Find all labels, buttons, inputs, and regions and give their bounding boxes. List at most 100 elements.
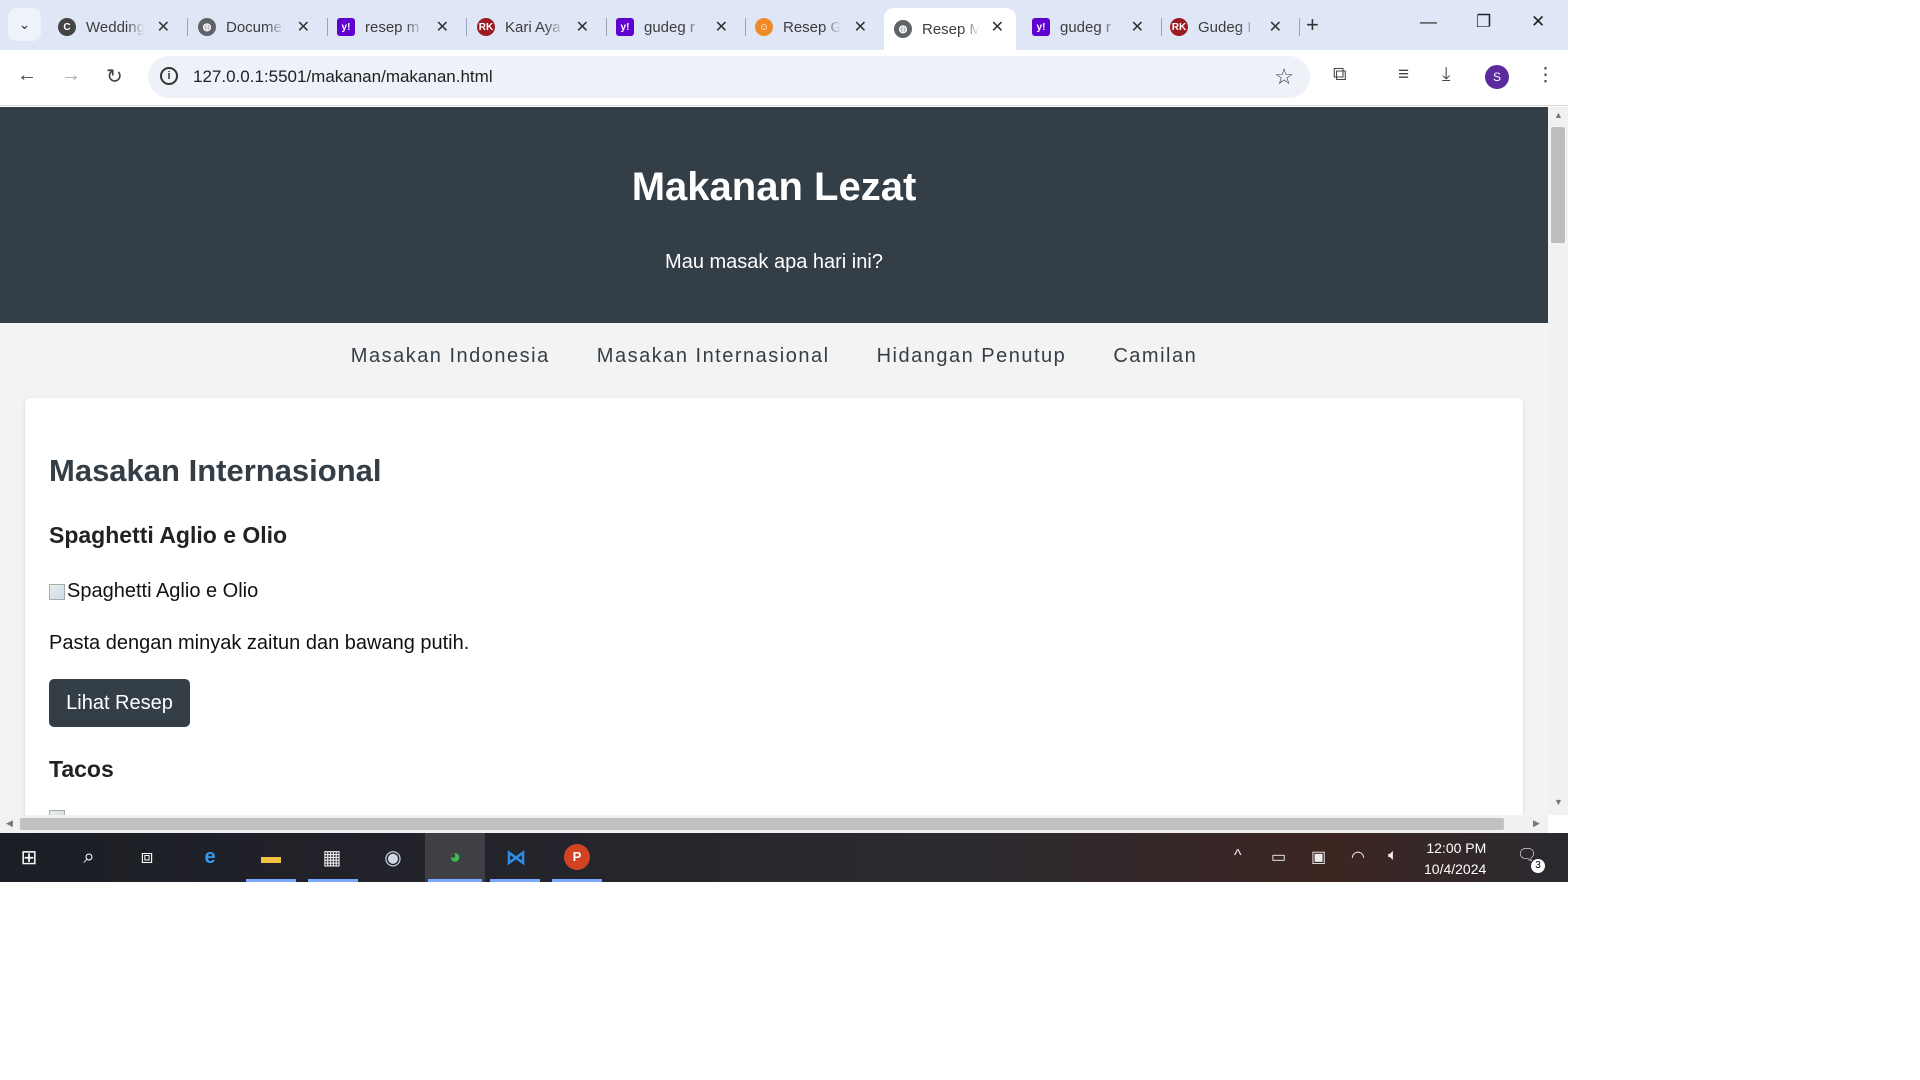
image-alt-text: Spaghetti Aglio e Olio (67, 580, 259, 602)
close-icon[interactable]: ✕ (854, 17, 867, 37)
task-view-icon[interactable]: ⧈ (133, 843, 161, 871)
nav-hidangan-penutup[interactable]: Hidangan Penutup (877, 345, 1067, 367)
forward-icon[interactable]: → (61, 64, 81, 87)
clock-date: 10/4/2024 (1424, 861, 1487, 877)
close-icon[interactable]: ✕ (576, 17, 589, 37)
vscode-icon[interactable]: ⋈ (502, 843, 530, 871)
tab-title: Kari Aya (505, 18, 561, 36)
download-icon[interactable]: ⤓ (1442, 64, 1450, 86)
scroll-right-icon[interactable]: ▶ (1533, 818, 1540, 829)
cms-icon: C (58, 18, 76, 36)
globe-icon: ◍ (198, 18, 216, 36)
yahoo-icon: y! (616, 18, 634, 36)
nav-masakan-internasional[interactable]: Masakan Internasional (597, 345, 830, 367)
close-icon[interactable]: ✕ (991, 17, 1004, 37)
close-icon[interactable]: ✕ (1269, 17, 1282, 37)
dish-image-broken: Spaghetti Aglio e Olio (49, 580, 258, 603)
clock-time: 12:00 PM (1426, 840, 1487, 856)
view-recipe-button[interactable]: Lihat Resep (49, 679, 190, 727)
restore-icon[interactable]: ❐ (1476, 12, 1491, 32)
rk-icon: RK (1170, 18, 1188, 36)
windows-taskbar: ⊞ ⌕ ⧈ e ▬ ▦ ◉ ◕ ⋈ P ^ ▭ ▣ ◠ 🔈︎ 12:00 PM … (0, 833, 1568, 882)
scroll-thumb[interactable] (20, 818, 1504, 830)
chrome-icon[interactable]: ◕ (441, 843, 469, 871)
tab-kari-ayam[interactable]: RK Kari Aya ✕ (467, 8, 607, 46)
address-bar[interactable]: i 127.0.0.1:5501/makanan/makanan.html ☆ (148, 56, 1310, 98)
screen-record-icon[interactable]: ▣ (1311, 847, 1326, 867)
globe-icon: ◍ (894, 20, 912, 38)
tab-title: Gudeg I (1198, 18, 1252, 36)
tab-title: Wedding (86, 18, 144, 36)
close-icon[interactable]: ✕ (297, 17, 310, 37)
yahoo-icon: y! (1032, 18, 1050, 36)
site-title: Makanan Lezat (631, 165, 917, 209)
bookmark-star-icon[interactable]: ☆ (1274, 64, 1294, 90)
horizontal-scrollbar[interactable]: ◀ ▶ (0, 815, 1548, 833)
site-info-icon[interactable]: i (160, 67, 178, 85)
windows-start-icon[interactable]: ⊞ (15, 843, 43, 871)
close-icon[interactable]: ✕ (157, 17, 170, 37)
store-icon[interactable]: ▦ (318, 843, 346, 871)
site-header: Makanan Lezat Mau masak apa hari ini? (0, 107, 1548, 323)
taskbar-clock[interactable]: 12:00 PM 10/4/2024 (1424, 838, 1486, 880)
tab-gudeg-3[interactable]: RK Gudeg I ✕ (1160, 8, 1300, 46)
volume-icon[interactable]: 🔈︎ (1388, 847, 1398, 865)
battery-icon[interactable]: ▭ (1271, 847, 1286, 867)
tab-document[interactable]: ◍ Document ✕ (188, 8, 328, 46)
tab-gudeg-1[interactable]: y! gudeg r ✕ (606, 8, 746, 46)
page-viewport: Makanan Lezat Mau masak apa hari ini? Ma… (0, 107, 1548, 815)
tab-search-button[interactable]: ⌄ (8, 8, 41, 41)
camera-icon[interactable]: ◉ (379, 843, 407, 871)
broken-image-icon (49, 583, 65, 600)
tab-title: Resep M (922, 20, 980, 38)
back-icon[interactable]: ← (17, 64, 37, 87)
extensions-icon[interactable]: ⧉ (1333, 64, 1347, 86)
url-text[interactable]: 127.0.0.1:5501/makanan/makanan.html (193, 67, 493, 87)
scroll-left-icon[interactable]: ◀ (6, 818, 13, 829)
nav-camilan[interactable]: Camilan (1113, 345, 1197, 367)
nav-masakan-indonesia[interactable]: Masakan Indonesia (351, 345, 550, 367)
minimize-icon[interactable]: — (1420, 12, 1437, 32)
new-tab-button[interactable]: + (1306, 12, 1319, 38)
profile-avatar[interactable]: S (1485, 65, 1509, 89)
tab-title: Document (226, 18, 284, 36)
tab-title: gudeg r (644, 18, 695, 36)
tab-title: gudeg r (1060, 18, 1111, 36)
edge-icon[interactable]: e (196, 843, 224, 871)
close-icon[interactable]: ✕ (1131, 17, 1144, 37)
close-icon[interactable]: ✕ (436, 17, 449, 37)
close-icon[interactable]: ✕ (715, 17, 728, 37)
search-icon[interactable]: ⌕ (75, 843, 103, 871)
reload-icon[interactable]: ↻ (106, 64, 123, 89)
rk-icon: RK (477, 18, 495, 36)
wifi-icon[interactable]: ◠ (1351, 847, 1365, 867)
powerpoint-icon[interactable]: P (563, 843, 591, 871)
chef-icon: ☺ (755, 18, 773, 36)
dish-title: Spaghetti Aglio e Olio (49, 522, 288, 548)
tab-resep-m-active[interactable]: ◍ Resep M ✕ (884, 8, 1016, 50)
tab-wedding[interactable]: C Wedding ✕ (48, 8, 188, 46)
tab-resep-g[interactable]: ☺ Resep G ✕ (745, 8, 885, 46)
dish-title: Tacos (49, 756, 114, 782)
scroll-up-icon[interactable]: ▲ (1554, 110, 1563, 120)
category-nav: Masakan Indonesia Masakan Internasional … (0, 345, 1548, 368)
media-controls-icon[interactable]: ≡ (1398, 64, 1409, 86)
site-tagline: Mau masak apa hari ini? (665, 251, 883, 273)
scroll-down-icon[interactable]: ▼ (1554, 797, 1563, 807)
tab-gudeg-2[interactable]: y! gudeg r ✕ (1022, 8, 1162, 46)
chevron-down-icon: ⌄ (18, 16, 31, 32)
browser-toolbar: ← → ↻ i 127.0.0.1:5501/makanan/makanan.h… (0, 50, 1568, 106)
close-window-icon[interactable]: ✕ (1531, 12, 1545, 32)
file-explorer-icon[interactable]: ▬ (257, 843, 285, 871)
dish-description: Pasta dengan minyak zaitun dan bawang pu… (49, 632, 470, 654)
tab-strip: ⌄ C Wedding ✕ ◍ Document ✕ y! resep m ✕ … (0, 0, 1568, 50)
yahoo-icon: y! (337, 18, 355, 36)
menu-kebab-icon[interactable]: ⋮ (1536, 64, 1555, 87)
tray-chevron-icon[interactable]: ^ (1234, 847, 1242, 865)
vertical-scrollbar[interactable]: ▲ ▼ (1548, 107, 1568, 815)
section-title: Masakan Internasional (49, 453, 382, 488)
tab-resep-m[interactable]: y! resep m ✕ (327, 8, 467, 46)
scroll-thumb[interactable] (1551, 127, 1565, 243)
tab-title: resep m (365, 18, 420, 36)
notification-count: 3 (1531, 859, 1545, 873)
